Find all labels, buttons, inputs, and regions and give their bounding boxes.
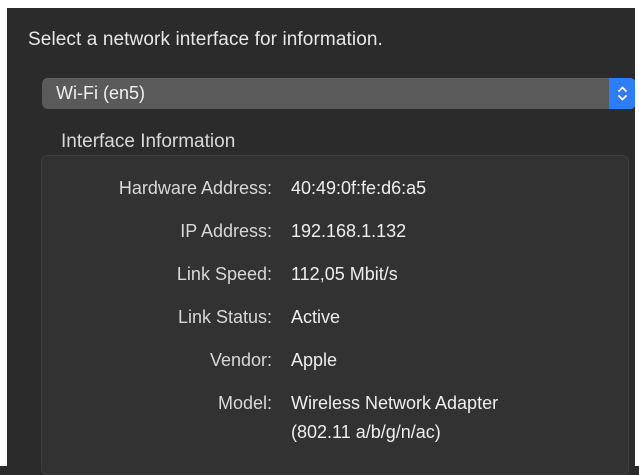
model-label: Model:	[217, 393, 272, 413]
model-value-line2: (802.11 a/b/g/n/ac)	[291, 422, 441, 442]
screenshot-edge-left	[0, 0, 7, 466]
prompt-text: Select a network interface for informati…	[28, 29, 383, 50]
vendor-label: Vendor:	[209, 350, 272, 370]
hardware-address-value: 40:49:0f:fe:d6:a5	[291, 178, 427, 198]
model-row: Model: Wireless Network Adapter (802.11 …	[41, 393, 636, 451]
hardware-address-row: Hardware Address: 40:49:0f:fe:d6:a5	[41, 178, 636, 206]
link-status-label: Link Status:	[177, 307, 272, 327]
link-speed-value: 112,05 Mbit/s	[291, 264, 398, 284]
section-title: Interface Information	[61, 131, 236, 152]
link-speed-row: Link Speed: 112,05 Mbit/s	[41, 264, 636, 292]
link-speed-label: Link Speed:	[176, 264, 272, 284]
vendor-row: Vendor: Apple	[41, 350, 636, 378]
hardware-address-label: Hardware Address:	[118, 178, 272, 198]
link-status-row: Link Status: Active	[41, 307, 636, 335]
screenshot-edge-right	[635, 0, 639, 466]
ip-address-row: IP Address: 192.168.1.132	[41, 221, 636, 249]
screenshot-edge-top	[0, 0, 639, 8]
vendor-value: Apple	[291, 350, 338, 370]
link-status-value: Active	[291, 307, 341, 327]
interface-popup-value: Wi-Fi (en5)	[56, 83, 145, 103]
network-utility-info-panel: Select a network interface for informati…	[0, 0, 639, 475]
interface-popup-button[interactable]: Wi-Fi (en5)	[42, 78, 636, 109]
ip-address-label: IP Address:	[180, 221, 272, 241]
ip-address-value: 192.168.1.132	[291, 221, 407, 241]
model-value-line1: Wireless Network Adapter	[291, 393, 499, 413]
up-down-chevron-icon	[609, 78, 636, 109]
